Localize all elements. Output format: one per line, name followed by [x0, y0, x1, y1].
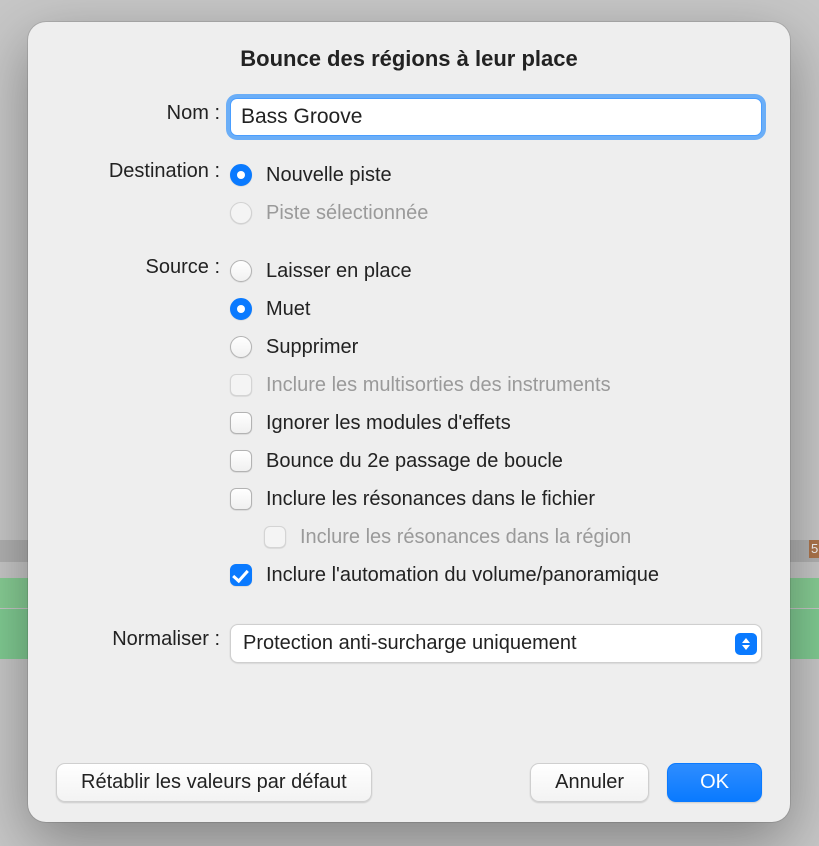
name-input[interactable]	[230, 98, 762, 136]
radio-icon	[230, 336, 252, 358]
radio-icon	[230, 164, 252, 186]
checkbox-icon	[264, 526, 286, 548]
radio-label: Piste sélectionnée	[266, 202, 428, 225]
checkbox-label: Inclure les résonances dans la région	[300, 526, 631, 549]
radio-label: Laisser en place	[266, 260, 412, 283]
row-destination: Destination : Nouvelle piste Piste sélec…	[56, 156, 762, 232]
restore-defaults-button[interactable]: Rétablir les valeurs par défaut	[56, 763, 372, 802]
cancel-button[interactable]: Annuler	[530, 763, 649, 802]
checkbox-icon	[230, 564, 252, 586]
radio-label: Supprimer	[266, 336, 358, 359]
source-leave[interactable]: Laisser en place	[230, 252, 762, 290]
source-delete[interactable]: Supprimer	[230, 328, 762, 366]
radio-icon	[230, 202, 252, 224]
normalize-select[interactable]: Protection anti-surcharge uniquement	[230, 624, 762, 663]
checkbox-icon	[230, 450, 252, 472]
row-normalize: Normaliser : Protection anti-surcharge u…	[56, 624, 762, 663]
destination-new-track[interactable]: Nouvelle piste	[230, 156, 762, 194]
ok-button[interactable]: OK	[667, 763, 762, 802]
dialog-title: Bounce des régions à leur place	[56, 46, 762, 72]
checkbox-label: Ignorer les modules d'effets	[266, 412, 511, 435]
radio-label: Muet	[266, 298, 310, 321]
normalize-select-button[interactable]: Protection anti-surcharge uniquement	[230, 624, 762, 663]
check-bypass-fx[interactable]: Ignorer les modules d'effets	[230, 404, 762, 442]
check-second-cycle[interactable]: Bounce du 2e passage de boucle	[230, 442, 762, 480]
checkbox-label: Inclure les multisorties des instruments	[266, 374, 611, 397]
destination-label: Destination :	[56, 156, 230, 183]
dialog-footer: Rétablir les valeurs par défaut Annuler …	[56, 727, 762, 802]
checkbox-label: Inclure l'automation du volume/panoramiq…	[266, 564, 659, 587]
row-source: Source : Laisser en place Muet Supprimer…	[56, 252, 762, 594]
checkbox-icon	[230, 488, 252, 510]
normalize-label: Normaliser :	[56, 624, 230, 651]
checkbox-icon	[230, 412, 252, 434]
dialog-form: Nom : Destination : Nouvelle piste Piste…	[56, 98, 762, 727]
checkbox-label: Bounce du 2e passage de boucle	[266, 450, 563, 473]
radio-label: Nouvelle piste	[266, 164, 392, 187]
chevron-up-down-icon	[735, 633, 757, 655]
radio-icon	[230, 298, 252, 320]
bounce-dialog: Bounce des régions à leur place Nom : De…	[28, 22, 790, 822]
source-mute[interactable]: Muet	[230, 290, 762, 328]
check-tail-region: Inclure les résonances dans la région	[230, 518, 762, 556]
row-name: Nom :	[56, 98, 762, 136]
checkbox-label: Inclure les résonances dans le fichier	[266, 488, 595, 511]
check-include-multi: Inclure les multisorties des instruments	[230, 366, 762, 404]
check-tail-file[interactable]: Inclure les résonances dans le fichier	[230, 480, 762, 518]
check-include-automation[interactable]: Inclure l'automation du volume/panoramiq…	[230, 556, 762, 594]
name-label: Nom :	[56, 98, 230, 125]
destination-selected-track: Piste sélectionnée	[230, 194, 762, 232]
checkbox-icon	[230, 374, 252, 396]
source-label: Source :	[56, 252, 230, 279]
radio-icon	[230, 260, 252, 282]
